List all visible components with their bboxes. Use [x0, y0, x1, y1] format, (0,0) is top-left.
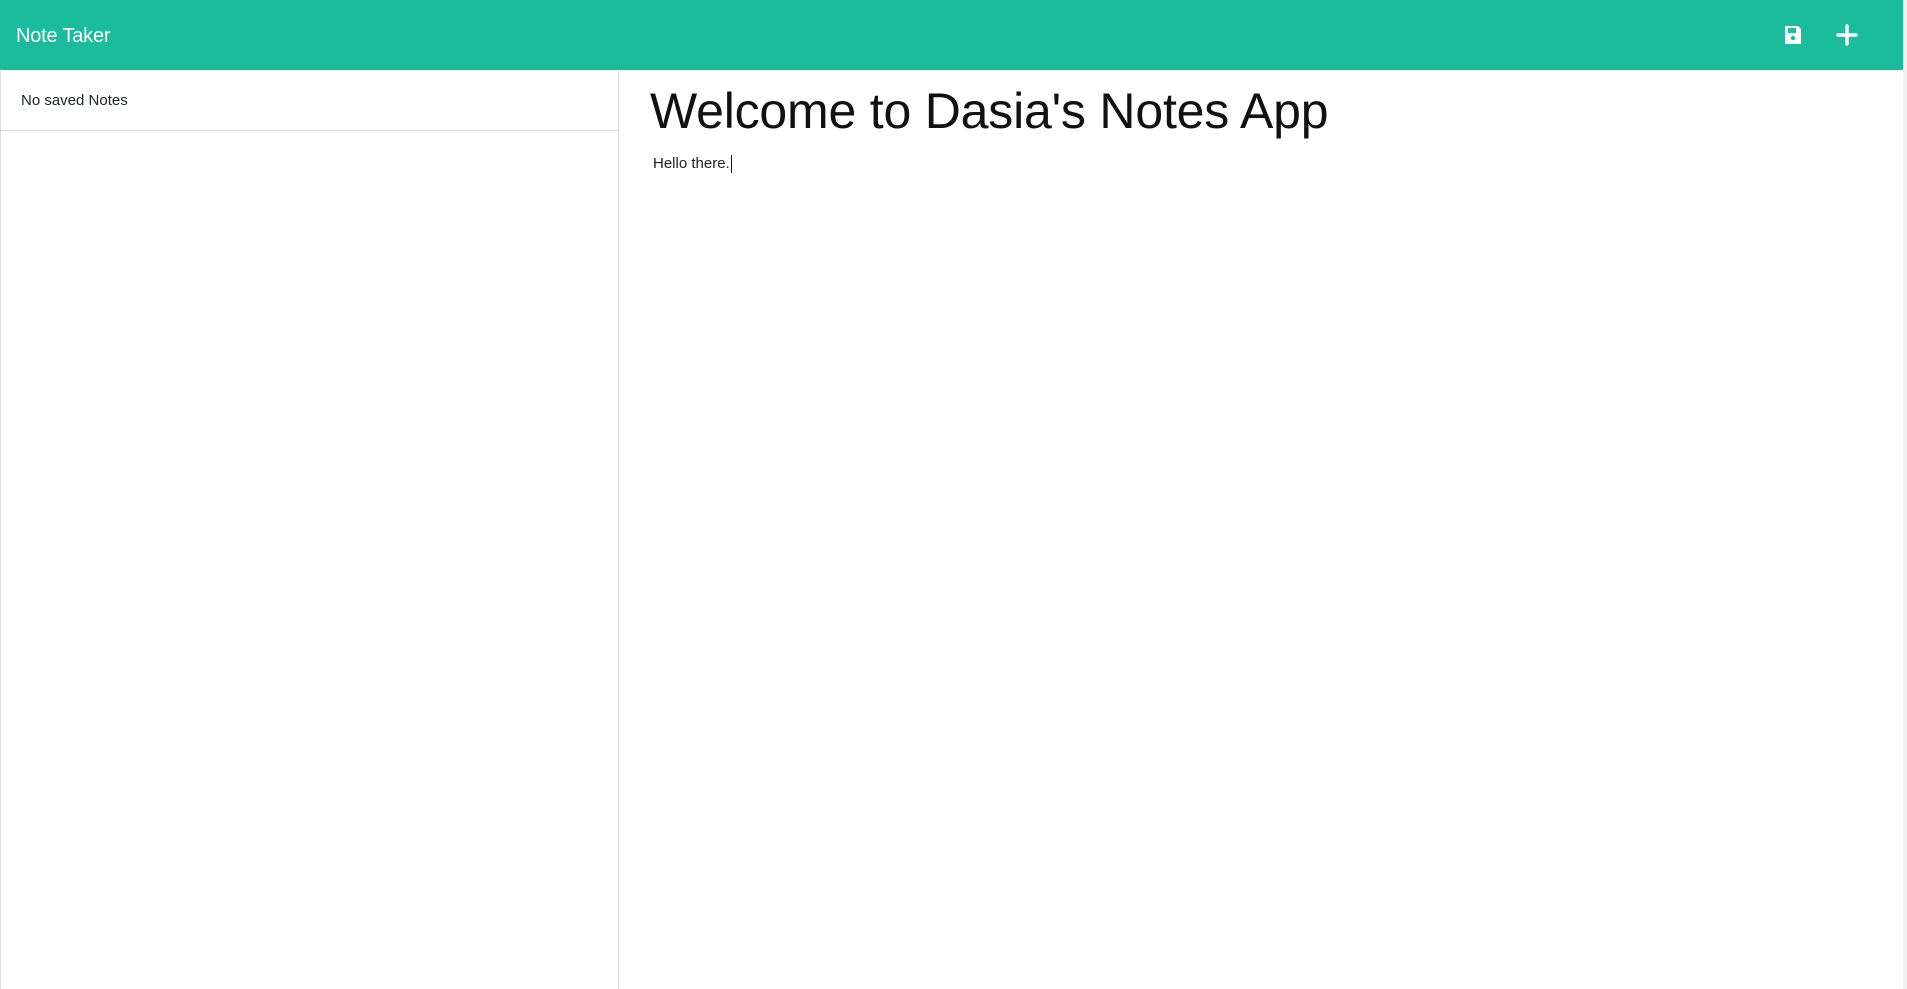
top-navbar: Note Taker: [0, 0, 1903, 70]
note-body-field[interactable]: Hello there.: [650, 154, 732, 173]
note-title[interactable]: Welcome to Dasia's Notes App: [650, 70, 1900, 143]
plus-icon: [1836, 24, 1858, 46]
note-body-text: Hello there.: [653, 155, 730, 172]
app-root: Note Taker No saved Notes Welcome to Das…: [0, 0, 1907, 989]
empty-notes-label: No saved Notes: [21, 92, 128, 109]
save-icon: [1785, 26, 1801, 44]
note-editor: Welcome to Dasia's Notes App Hello there…: [620, 70, 1900, 989]
save-note-button[interactable]: [1779, 21, 1807, 49]
text-cursor: [730, 154, 732, 173]
new-note-button[interactable]: [1833, 21, 1861, 49]
notes-sidebar: No saved Notes: [0, 70, 619, 989]
empty-notes-item: No saved Notes: [1, 70, 618, 131]
app-title[interactable]: Note Taker: [16, 23, 111, 48]
page-scrollbar-edge[interactable]: [1903, 0, 1907, 989]
header-actions: [1779, 21, 1861, 49]
